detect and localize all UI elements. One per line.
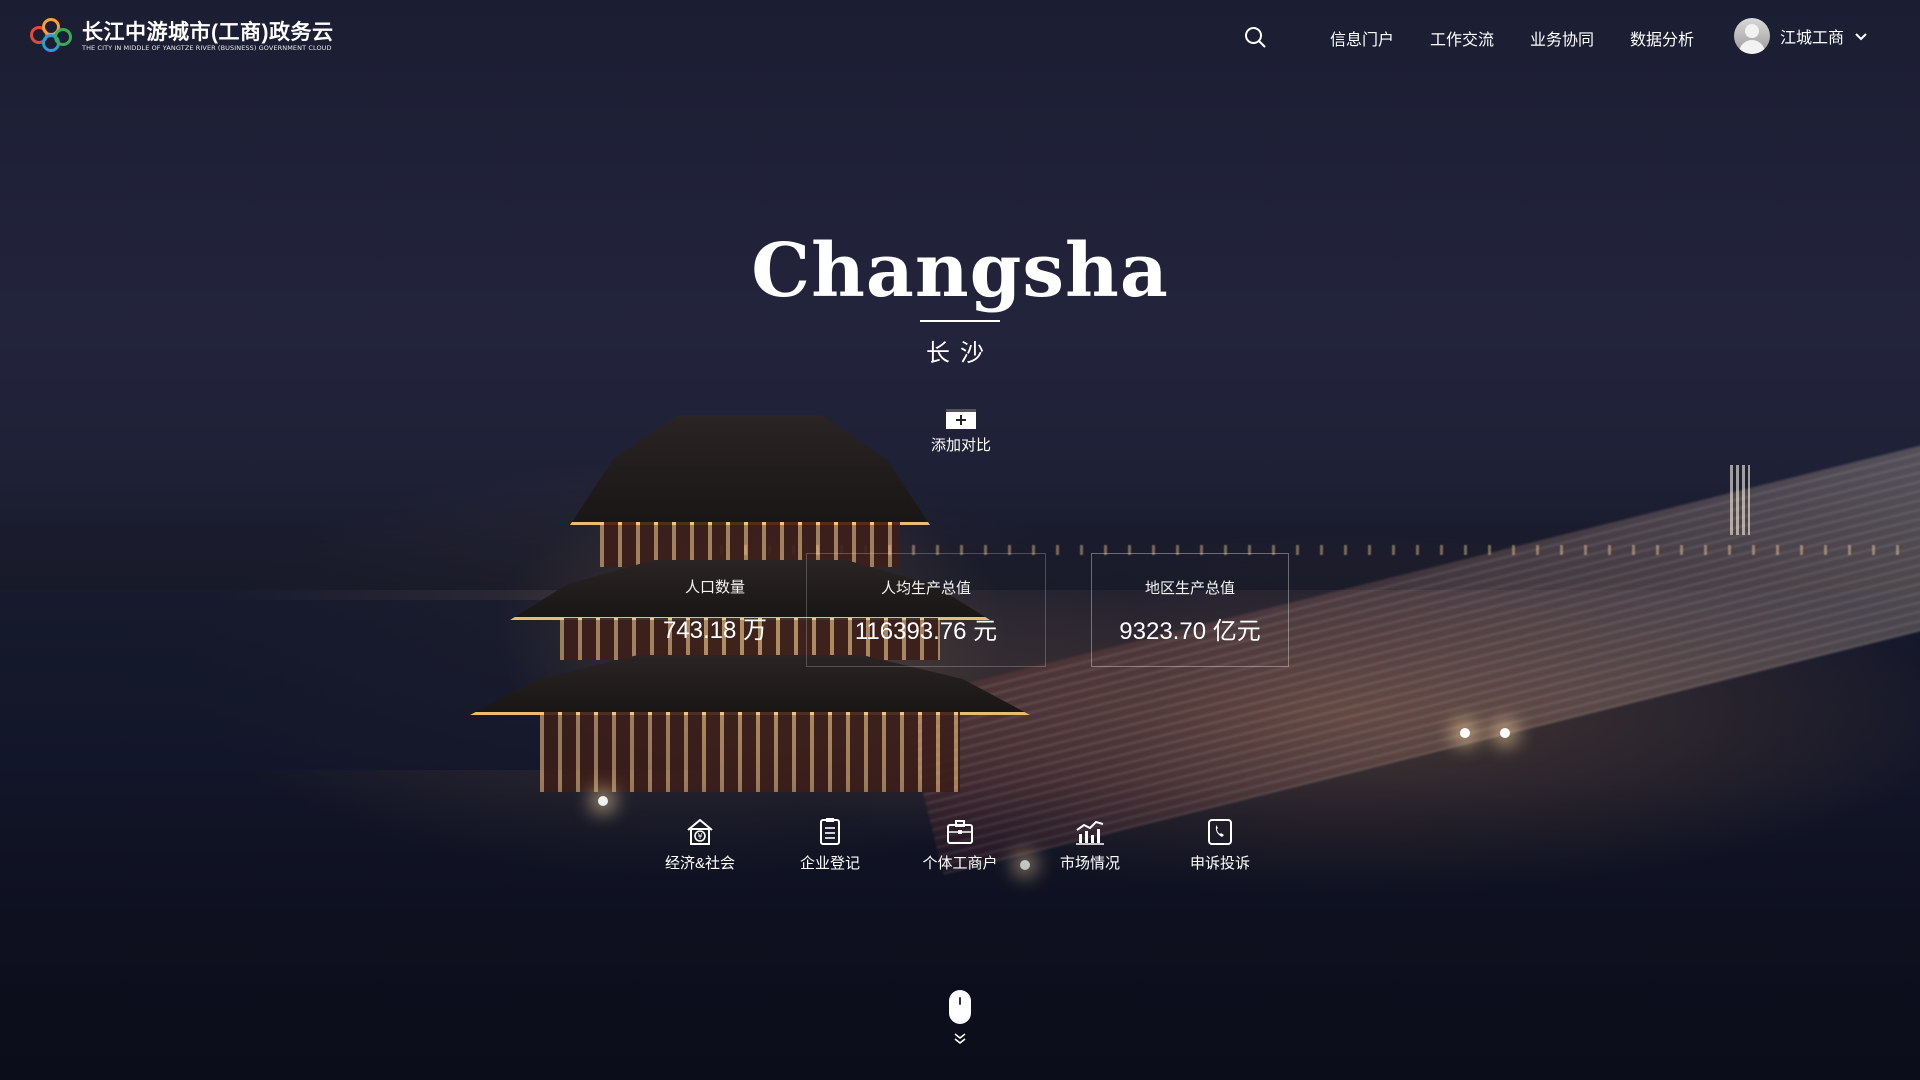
category-enterprise-registration[interactable]: 企业登记 (775, 816, 885, 873)
add-compare-button[interactable]: 添加对比 (920, 408, 1002, 455)
stat-value: 116393.76 元 (854, 618, 998, 645)
logo-text: 长江中游城市(工商)政务云 THE CITY IN MIDDLE OF YANG… (82, 20, 334, 53)
avatar[interactable] (1734, 18, 1770, 54)
logo-rings-icon (30, 18, 74, 56)
title-divider (920, 320, 1000, 322)
category-economy-society[interactable]: ¥ 经济&社会 (645, 816, 755, 873)
background-night-city-photo (0, 0, 1920, 1080)
scroll-down-indicator[interactable] (948, 990, 972, 1054)
streetlamp (1460, 728, 1470, 738)
complaint-phone-icon (1208, 819, 1232, 845)
category-complaints[interactable]: 申诉投诉 (1165, 816, 1275, 873)
mouse-icon (949, 990, 971, 1024)
city-title: Changsha (751, 228, 1169, 314)
category-market-status[interactable]: 市场情况 (1035, 816, 1145, 873)
stat-population: 人口数量 743.18 万 (610, 553, 820, 667)
stat-regional-gdp: 地区生产总值 9323.70 亿元 (1091, 553, 1289, 667)
category-label: 个体工商户 (922, 855, 998, 872)
market-chart-icon (1076, 820, 1104, 845)
add-compare-icon (946, 409, 976, 429)
search-icon[interactable] (1244, 26, 1266, 48)
category-label: 经济&社会 (664, 855, 735, 872)
stat-label: 人口数量 (684, 579, 745, 596)
stat-value: 9323.70 亿元 (1119, 618, 1261, 645)
logo-title: 长江中游城市(工商)政务云 (82, 20, 334, 44)
stat-label: 地区生产总值 (1144, 580, 1235, 597)
category-individual-business[interactable]: 个体工商户 (905, 816, 1015, 873)
nav-info-portal[interactable]: 信息门户 (1330, 26, 1394, 50)
site-logo[interactable]: 长江中游城市(工商)政务云 THE CITY IN MIDDLE OF YANG… (30, 18, 334, 56)
stat-label: 人均生产总值 (880, 580, 971, 597)
streetlamp (1500, 728, 1510, 738)
category-label: 申诉投诉 (1189, 855, 1250, 872)
user-menu[interactable]: 江城工商 (1734, 18, 1868, 54)
nav-data-analysis[interactable]: 数据分析 (1630, 26, 1694, 50)
add-compare-label: 添加对比 (930, 437, 991, 454)
stat-value: 743.18 万 (662, 617, 768, 644)
top-header: 长江中游城市(工商)政务云 THE CITY IN MIDDLE OF YANG… (0, 0, 1920, 72)
svg-text:¥: ¥ (697, 832, 702, 841)
main-nav: 信息门户 工作交流 业务协同 数据分析 (1330, 26, 1694, 50)
nav-business-collab[interactable]: 业务协同 (1530, 26, 1594, 50)
stat-gdp-per-capita: 人均生产总值 116393.76 元 (806, 553, 1046, 667)
chevron-down-icon[interactable] (1854, 29, 1868, 43)
individual-business-icon (947, 820, 973, 844)
economy-society-icon: ¥ (687, 818, 713, 845)
logo-subtitle: THE CITY IN MIDDLE OF YANGTZE RIVER (BUS… (82, 43, 332, 52)
category-label: 企业登记 (799, 855, 860, 872)
category-label: 市场情况 (1059, 855, 1120, 872)
double-chevron-down-icon (954, 1033, 966, 1045)
category-bar: ¥ 经济&社会 企业登记 个体工商户 市场情况 申诉投诉 (0, 816, 1920, 886)
city-subtitle: 长沙 (926, 339, 994, 367)
stats-row: 人口数量 743.18 万 人均生产总值 116393.76 元 地区生产总值 … (0, 553, 1920, 669)
enterprise-registration-icon (820, 818, 840, 845)
user-name[interactable]: 江城工商 (1780, 24, 1844, 48)
nav-work-exchange[interactable]: 工作交流 (1430, 26, 1494, 50)
